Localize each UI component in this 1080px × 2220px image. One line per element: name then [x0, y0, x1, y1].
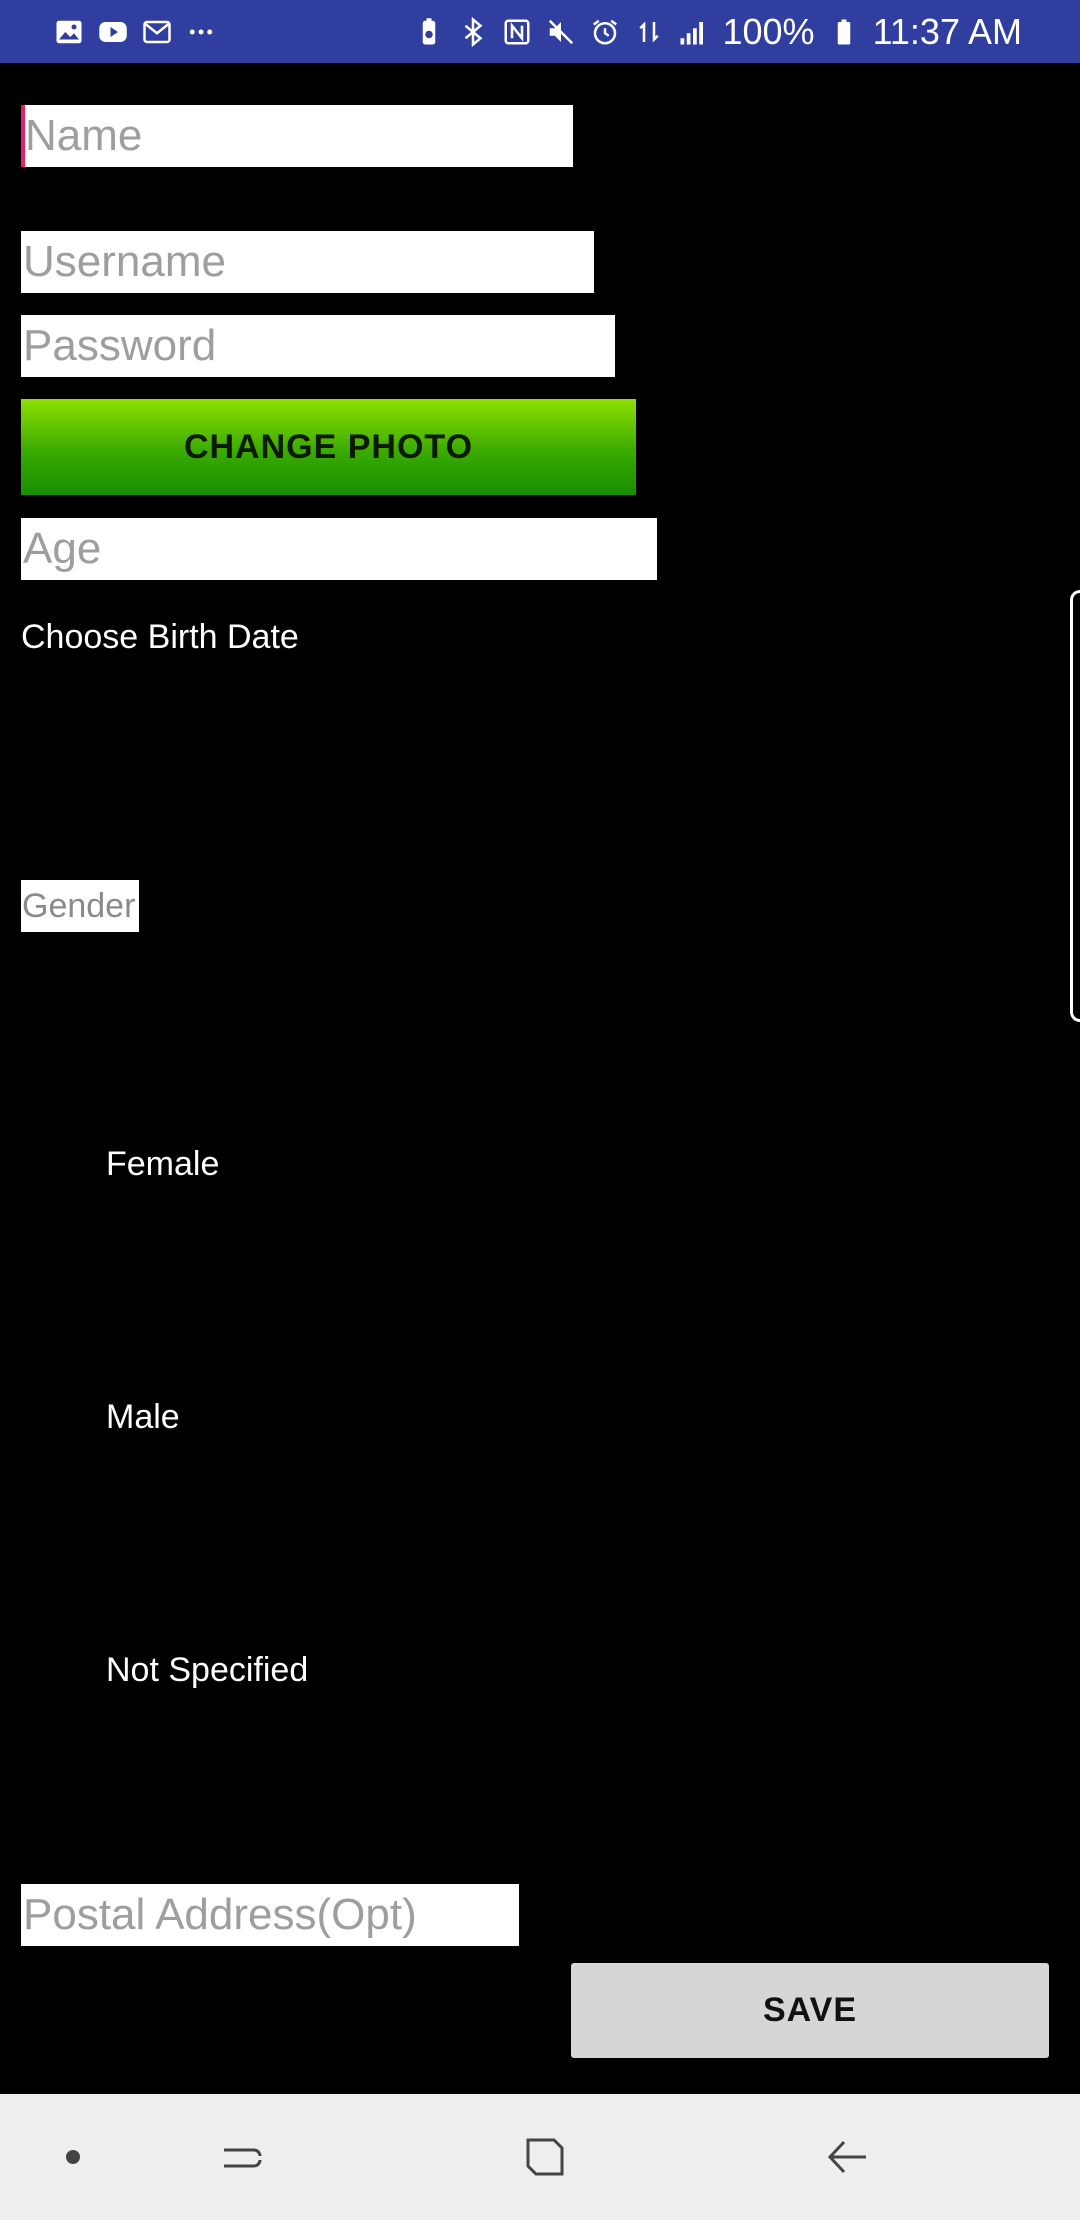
battery-icon [829, 17, 859, 47]
gender-option-male[interactable]: Male [106, 1398, 180, 1437]
nfc-icon [502, 17, 532, 47]
name-input[interactable] [21, 105, 573, 167]
youtube-icon [98, 17, 128, 47]
status-right-icons: 100% 11:37 AM [414, 10, 1022, 54]
mute-icon [546, 17, 576, 47]
gallery-icon [54, 17, 84, 47]
battery-saver-icon [414, 17, 444, 47]
status-bar: 100% 11:37 AM [0, 0, 1080, 63]
status-left-icons [54, 12, 216, 52]
battery-percent: 100% [722, 11, 815, 52]
signal-icon [678, 17, 708, 47]
gender-option-female[interactable]: Female [106, 1145, 219, 1184]
screen: 100% 11:37 AM CHANGE PHOTO Choose Birth … [0, 0, 1080, 2220]
home-icon[interactable] [520, 2132, 570, 2182]
data-icon [634, 17, 664, 47]
postal-address-input[interactable] [21, 1884, 519, 1946]
age-input[interactable] [21, 518, 657, 580]
gender-option-not-specified[interactable]: Not Specified [106, 1651, 308, 1690]
save-button[interactable]: SAVE [571, 1963, 1049, 2058]
gender-label: Gender [21, 880, 139, 932]
dot-icon[interactable] [48, 2132, 98, 2182]
navigation-bar [0, 2094, 1080, 2220]
back-icon[interactable] [822, 2132, 872, 2182]
alarm-icon [590, 17, 620, 47]
clock: 11:37 AM [872, 11, 1022, 52]
password-input[interactable] [21, 315, 615, 377]
recents-icon[interactable] [218, 2132, 268, 2182]
more-icon [186, 17, 216, 47]
bluetooth-icon [458, 17, 488, 47]
email-icon [142, 17, 172, 47]
username-input[interactable] [21, 231, 594, 293]
choose-birth-date-button[interactable]: Choose Birth Date [21, 618, 299, 657]
change-photo-button[interactable]: CHANGE PHOTO [21, 399, 636, 495]
edge-panel-handle[interactable] [1070, 590, 1080, 1022]
